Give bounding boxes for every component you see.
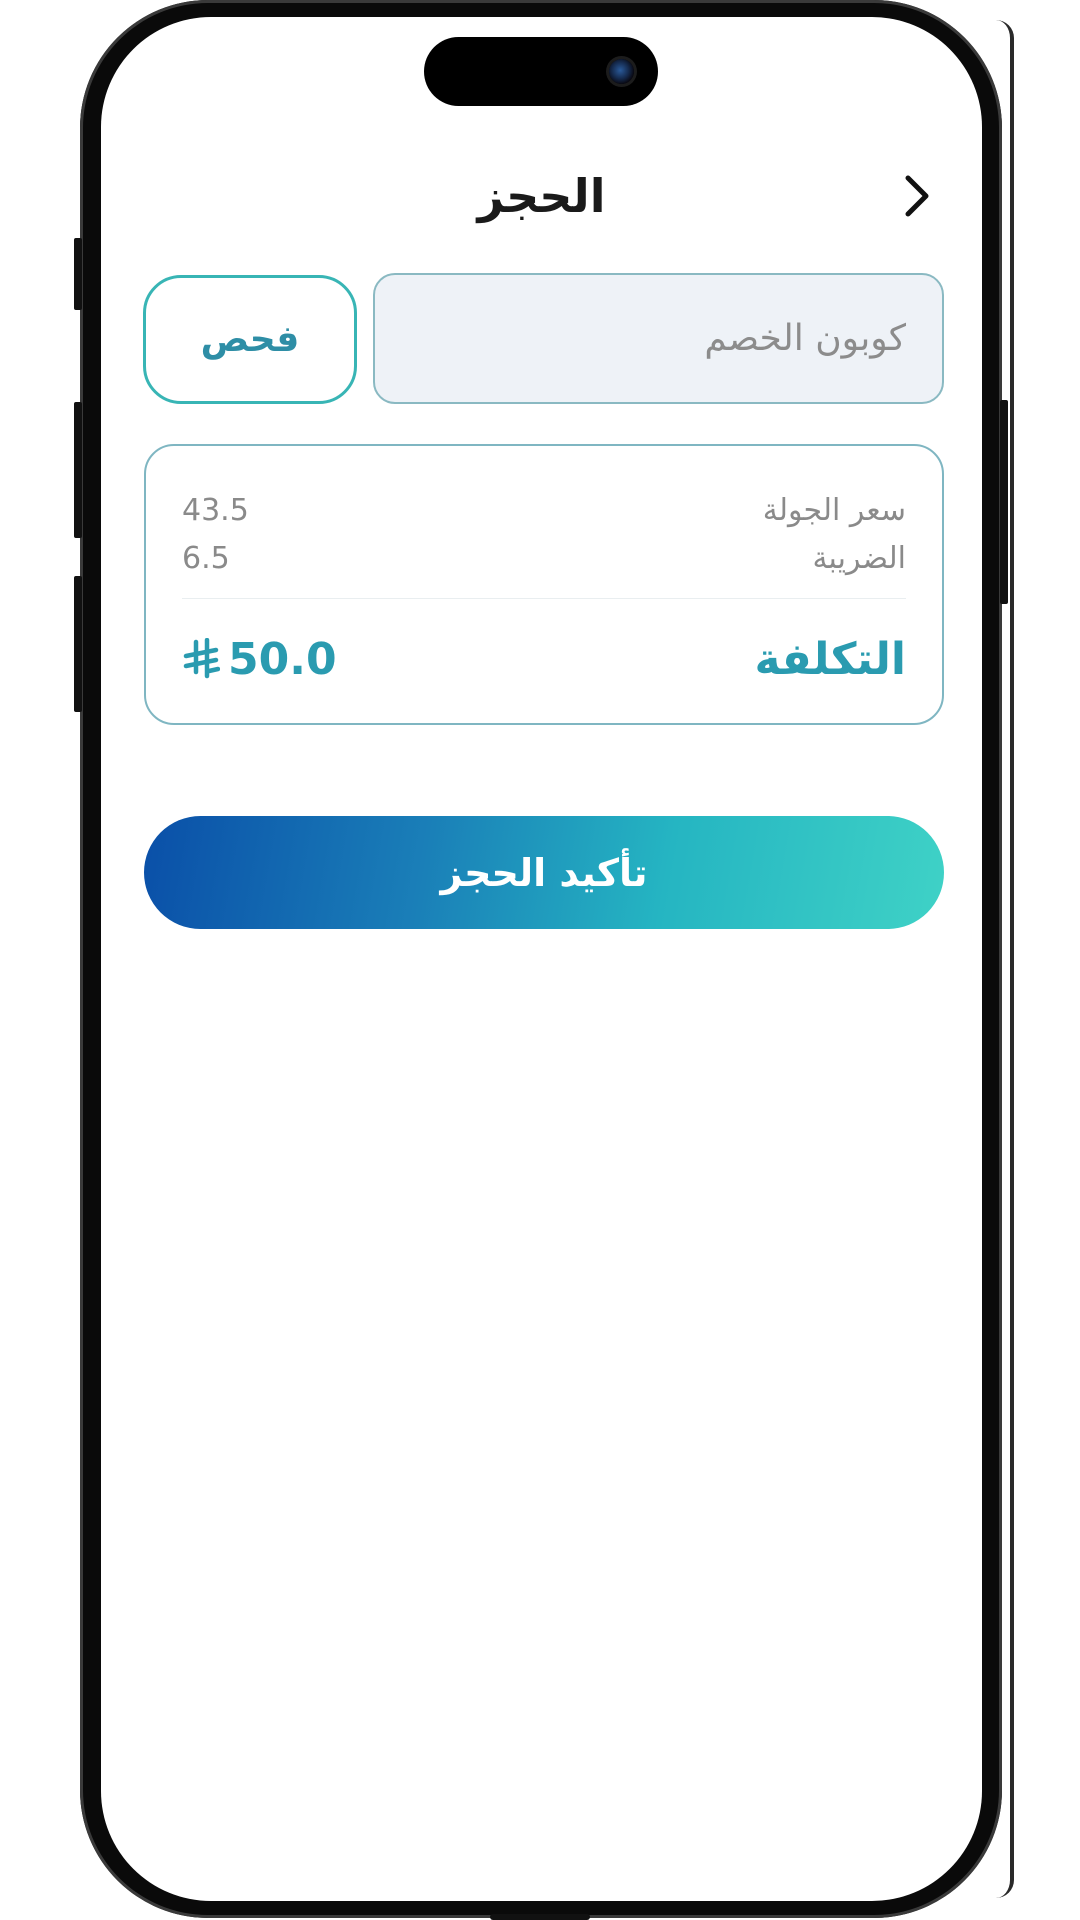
confirm-booking-button[interactable]: تأكيد الحجز	[144, 816, 944, 929]
check-coupon-label: فحص	[200, 319, 300, 360]
coupon-input[interactable]	[373, 273, 944, 404]
total-row: التكلفة 50.0	[182, 626, 906, 692]
saudi-riyal-icon	[183, 638, 220, 679]
total-amount: 50.0	[182, 634, 337, 685]
coupon-row: فحص	[143, 273, 944, 407]
tax-value: 6.5	[182, 540, 230, 576]
volume-down-button	[74, 576, 82, 712]
action-button	[74, 238, 82, 310]
tour-price-value: 43.5	[182, 492, 249, 528]
screen: الحجز فحص سعر الجولة 43.5 الضريبة 6.5 ال…	[101, 17, 982, 1901]
tour-price-row: سعر الجولة 43.5	[182, 488, 906, 532]
confirm-booking-label: تأكيد الحجز	[440, 850, 648, 895]
camera-icon	[609, 59, 634, 84]
tour-price-label: سعر الجولة	[762, 492, 906, 528]
back-button[interactable]	[892, 171, 942, 221]
price-summary-card: سعر الجولة 43.5 الضريبة 6.5 التكلفة 50.0	[144, 444, 944, 725]
volume-up-button	[74, 402, 82, 538]
dynamic-island	[424, 37, 658, 106]
tax-label: الضريبة	[812, 540, 906, 576]
home-indicator	[490, 1914, 590, 1920]
header: الحجز	[101, 157, 982, 237]
total-label: التكلفة	[754, 633, 906, 685]
check-coupon-button[interactable]: فحص	[143, 275, 357, 404]
chevron-right-icon	[905, 175, 929, 217]
divider	[182, 598, 906, 599]
page-title: الحجز	[477, 169, 606, 223]
total-value: 50.0	[228, 633, 337, 685]
power-button	[1000, 400, 1008, 604]
tax-row: الضريبة 6.5	[182, 536, 906, 580]
